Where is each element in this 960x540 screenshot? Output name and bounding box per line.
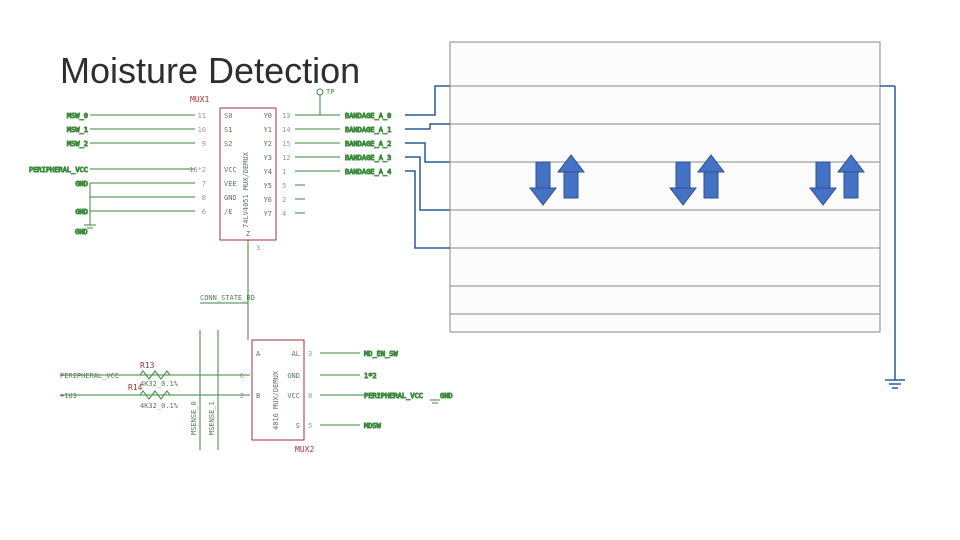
svg-text:Z: Z <box>246 230 250 238</box>
ground-icon <box>885 380 905 388</box>
svg-text:MSW_0: MSW_0 <box>67 112 88 120</box>
mux2-right-nets: MD_EN_SW 1*2 PERIPHERAL_VCC MDSW GND <box>320 350 453 430</box>
svg-text:GND: GND <box>75 180 88 188</box>
svg-text:4: 4 <box>282 210 286 218</box>
svg-text:10: 10 <box>198 126 206 134</box>
svg-text:Y5: Y5 <box>264 182 272 190</box>
sensor-grid <box>450 42 880 332</box>
mux1-right-nets: BANDAGE_A_0 BANDAGE_A_1 BANDAGE_A_2 BAND… <box>295 112 391 213</box>
svg-text:6: 6 <box>240 372 244 380</box>
svg-text:12: 12 <box>282 154 290 162</box>
svg-text:PERIPHERAL_VCC: PERIPHERAL_VCC <box>29 166 88 174</box>
svg-text:CONN_STATE_BD: CONN_STATE_BD <box>200 294 255 302</box>
gnd-symbol-icon <box>430 400 440 403</box>
svg-text:8: 8 <box>308 392 312 400</box>
svg-text:1*2: 1*2 <box>364 372 377 380</box>
svg-text:Y7: Y7 <box>264 210 272 218</box>
svg-text:11: 11 <box>198 112 206 120</box>
svg-text:S0: S0 <box>224 112 232 120</box>
svg-text:+1U3: +1U3 <box>60 392 77 400</box>
svg-text:VEE: VEE <box>224 180 237 188</box>
svg-text:3: 3 <box>256 244 260 252</box>
svg-text:15: 15 <box>282 140 290 148</box>
page-title: Moisture Detection <box>60 50 360 92</box>
svg-text:74LV4051 MUX/DEMUX: 74LV4051 MUX/DEMUX <box>242 151 250 228</box>
svg-text:AL: AL <box>292 350 300 358</box>
svg-text:VCC: VCC <box>287 392 300 400</box>
svg-text:8: 8 <box>202 194 206 202</box>
svg-text:6: 6 <box>202 208 206 216</box>
svg-text:4K32_0.1%: 4K32_0.1% <box>140 402 179 410</box>
svg-text:MSW_2: MSW_2 <box>67 140 88 148</box>
svg-text:PERIPHERAL_VCC: PERIPHERAL_VCC <box>364 392 423 400</box>
svg-text:7: 7 <box>202 180 206 188</box>
svg-text:VCC: VCC <box>224 166 237 174</box>
svg-text:5: 5 <box>282 182 286 190</box>
svg-text:MSW_1: MSW_1 <box>67 126 88 134</box>
svg-text:MSENSE_0: MSENSE_0 <box>190 401 198 435</box>
svg-text:R13: R13 <box>140 361 155 370</box>
svg-text:GND: GND <box>75 208 88 216</box>
grid-ground <box>880 86 905 388</box>
svg-text:PERIPHERAL_VCC: PERIPHERAL_VCC <box>60 372 119 380</box>
svg-text:B: B <box>256 392 260 400</box>
svg-text:Y3: Y3 <box>264 154 272 162</box>
svg-text:Y1: Y1 <box>264 126 272 134</box>
svg-text:Y0: Y0 <box>264 112 272 120</box>
resistor-network: R13 4K32_0.1% PERIPHERAL_VCC R14 4K32_0.… <box>60 240 250 450</box>
svg-text:5: 5 <box>308 422 312 430</box>
svg-text:2: 2 <box>282 196 286 204</box>
svg-text:Y2: Y2 <box>264 140 272 148</box>
svg-text:MUX2: MUX2 <box>295 445 314 454</box>
svg-text:GND: GND <box>287 372 300 380</box>
svg-text:Y6: Y6 <box>264 196 272 204</box>
svg-text:4016 MUX/DEMUX: 4016 MUX/DEMUX <box>272 370 280 430</box>
svg-text:GND: GND <box>75 228 88 236</box>
svg-text:BANDAGE_A_3: BANDAGE_A_3 <box>345 154 391 162</box>
test-point: TP <box>317 88 334 115</box>
svg-text:MD_EN_SW: MD_EN_SW <box>364 350 399 358</box>
svg-text:GND: GND <box>224 194 237 202</box>
svg-text:/E: /E <box>224 208 232 216</box>
svg-text:GND: GND <box>440 392 453 400</box>
svg-text:BANDAGE_A_2: BANDAGE_A_2 <box>345 140 391 148</box>
svg-text:1: 1 <box>282 168 286 176</box>
svg-text:MUX1: MUX1 <box>190 95 209 104</box>
svg-text:BANDAGE_A_1: BANDAGE_A_1 <box>345 126 391 134</box>
svg-text:S1: S1 <box>224 126 232 134</box>
svg-text:13: 13 <box>282 112 290 120</box>
svg-text:16*2: 16*2 <box>189 166 206 174</box>
svg-text:Y4: Y4 <box>264 168 272 176</box>
svg-text:MSENSE_1: MSENSE_1 <box>208 401 216 435</box>
svg-text:BANDAGE_A_4: BANDAGE_A_4 <box>345 168 391 176</box>
svg-text:MDSW: MDSW <box>364 422 382 430</box>
svg-text:4K32_0.1%: 4K32_0.1% <box>140 380 179 388</box>
svg-text:S2: S2 <box>224 140 232 148</box>
svg-text:S: S <box>296 422 300 430</box>
mux1-left-nets: MSW_0 MSW_1 MSW_2 PERIPHERAL_VCC GND GND… <box>29 112 195 236</box>
svg-text:3: 3 <box>308 350 312 358</box>
svg-text:9: 9 <box>202 140 206 148</box>
mux2-chip: MUX2 4016 MUX/DEMUX A 6 2 B AL3 GND VCC8… <box>240 340 315 454</box>
svg-text:2: 2 <box>240 392 244 400</box>
svg-text:BANDAGE_A_0: BANDAGE_A_0 <box>345 112 391 120</box>
svg-text:14: 14 <box>282 126 290 134</box>
svg-text:R14: R14 <box>128 383 143 392</box>
bandage-routing <box>405 86 450 248</box>
mux1-chip: MUX1 74LV4051 MUX/DEMUX 11S0 10S1 9S2 16… <box>189 95 290 252</box>
